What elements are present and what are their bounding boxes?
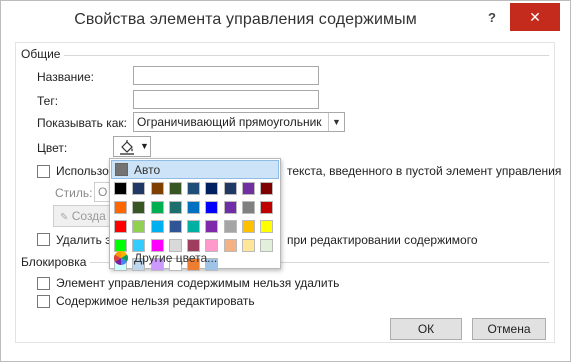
- color-swatch[interactable]: [132, 220, 146, 233]
- close-button[interactable]: ✕: [510, 3, 560, 31]
- tag-input[interactable]: [133, 90, 319, 109]
- color-palette-popup: Авто Другие цвета...: [109, 158, 281, 271]
- lock-divider: [21, 262, 549, 263]
- dialog-title: Свойства элемента управления содержимым: [74, 11, 417, 28]
- use-style-label-right: текста, введенного в пустой элемент упра…: [287, 164, 562, 178]
- more-colors-option[interactable]: Другие цвета...: [114, 251, 274, 267]
- general-divider: [21, 55, 549, 56]
- color-swatch[interactable]: [242, 201, 256, 214]
- color-swatch[interactable]: [205, 220, 219, 233]
- color-swatch[interactable]: [114, 182, 127, 195]
- color-swatch[interactable]: [187, 201, 201, 214]
- content-control-properties-dialog: Свойства элемента управления содержимым …: [0, 0, 571, 362]
- paint-bucket-icon: [120, 140, 134, 155]
- cannot-edit-label: Содержимое нельзя редактировать: [56, 294, 255, 308]
- color-swatch[interactable]: [223, 201, 237, 214]
- color-swatch[interactable]: [114, 201, 127, 214]
- color-swatch[interactable]: [150, 220, 164, 233]
- show-as-value: Ограничивающий прямоугольник: [137, 115, 322, 129]
- color-swatch[interactable]: [150, 201, 164, 214]
- general-section-label: Общие: [21, 47, 65, 61]
- color-swatch[interactable]: [260, 201, 274, 214]
- color-swatch[interactable]: [150, 182, 164, 195]
- color-swatch[interactable]: [205, 182, 219, 195]
- color-swatch[interactable]: [114, 220, 127, 233]
- auto-color-label: Авто: [134, 163, 161, 177]
- color-label: Цвет:: [37, 141, 68, 155]
- chevron-down-icon: ▼: [328, 113, 344, 131]
- show-as-label: Показывать как:: [37, 116, 127, 130]
- color-swatch[interactable]: [205, 201, 219, 214]
- cannot-delete-checkbox[interactable]: [37, 277, 50, 290]
- color-swatch[interactable]: [187, 220, 201, 233]
- auto-color-swatch: [115, 163, 128, 176]
- color-swatch[interactable]: [132, 201, 146, 214]
- name-label: Название:: [37, 70, 94, 84]
- remove-on-edit-checkbox[interactable]: [37, 233, 50, 246]
- more-colors-label: Другие цвета...: [134, 251, 218, 265]
- style-value: О: [98, 185, 108, 199]
- name-input[interactable]: [133, 66, 319, 85]
- style-label: Стиль:: [55, 186, 93, 200]
- color-swatch[interactable]: [242, 182, 256, 195]
- lock-section-label: Блокировка: [21, 255, 91, 269]
- color-swatch[interactable]: [132, 182, 146, 195]
- help-button[interactable]: ?: [479, 5, 505, 31]
- ok-button[interactable]: ОК: [390, 318, 462, 340]
- color-wheel-icon: [114, 251, 128, 265]
- color-swatch[interactable]: [168, 182, 182, 195]
- tag-label: Тег:: [37, 94, 59, 108]
- cannot-delete-label: Элемент управления содержимым нельзя уда…: [56, 276, 340, 290]
- color-swatch[interactable]: [242, 220, 256, 233]
- color-swatch[interactable]: [168, 201, 182, 214]
- remove-on-edit-label-right: при редактировании содержимого: [287, 233, 478, 247]
- use-style-checkbox[interactable]: [37, 165, 50, 178]
- color-swatch[interactable]: [260, 182, 274, 195]
- create-style-button[interactable]: ✎ Созда: [53, 205, 113, 227]
- show-as-select[interactable]: Ограничивающий прямоугольник ▼: [133, 112, 345, 132]
- cancel-button[interactable]: Отмена: [472, 318, 546, 340]
- close-icon: ✕: [529, 9, 541, 25]
- color-swatch[interactable]: [223, 182, 237, 195]
- auto-color-option[interactable]: Авто: [111, 160, 279, 179]
- use-style-label-left: Использов: [56, 164, 116, 178]
- color-swatch[interactable]: [260, 220, 274, 233]
- create-style-label: Созда: [71, 209, 106, 223]
- color-swatch[interactable]: [187, 182, 201, 195]
- cannot-edit-checkbox[interactable]: [37, 295, 50, 308]
- chevron-down-icon: ▼: [140, 141, 149, 151]
- color-swatch[interactable]: [223, 220, 237, 233]
- color-picker-button[interactable]: ▼: [113, 136, 151, 157]
- color-swatch[interactable]: [168, 220, 182, 233]
- new-style-icon: ✎: [60, 212, 69, 223]
- title-bar: Свойства элемента управления содержимым …: [1, 1, 570, 45]
